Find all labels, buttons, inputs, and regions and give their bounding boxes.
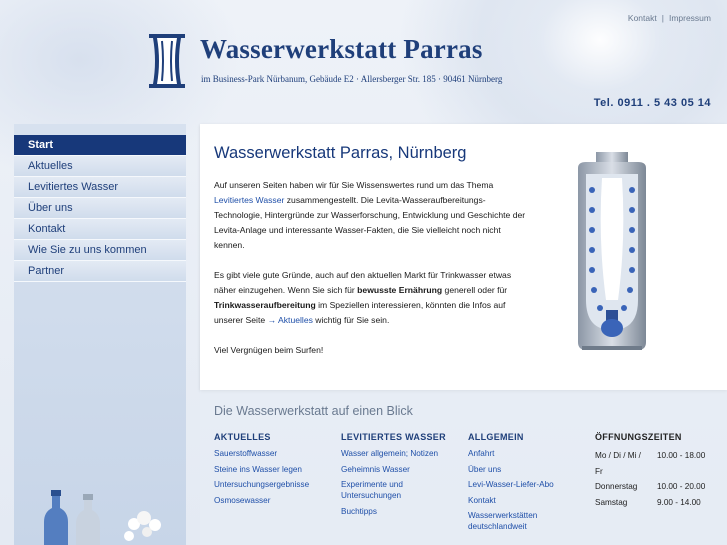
- glance-title: Die Wasserwerkstatt auf einen Blick: [214, 404, 413, 418]
- intro-paragraph-2: Es gibt viele gute Gründe, auch auf den …: [214, 268, 526, 328]
- nav-item-kontakt[interactable]: Kontakt: [14, 219, 186, 240]
- aktuelles-link[interactable]: → Aktuelles: [268, 315, 313, 325]
- column-heading-levitiertes-wasser: LEVITIERTES WASSER: [341, 432, 446, 442]
- link-geheimnis-wasser[interactable]: Geheimnis Wasser: [341, 464, 453, 475]
- nav-item-partner[interactable]: Partner: [14, 261, 186, 282]
- impressum-link[interactable]: Impressum: [669, 13, 711, 23]
- link-anfahrt[interactable]: Anfahrt: [468, 448, 580, 459]
- bewusste-ernaehrung-bold: bewusste Ernährung: [357, 285, 443, 295]
- column-heading-aktuelles: AKTUELLES: [214, 432, 271, 442]
- link-buchtipps[interactable]: Buchtipps: [341, 506, 453, 517]
- top-links-separator: |: [661, 13, 664, 23]
- opening-hours-row: Donnerstag 10.00 - 20.00: [595, 479, 715, 495]
- phone-number: Tel. 0911 . 5 43 05 14: [593, 97, 711, 109]
- opening-hours-row: Fr: [595, 464, 715, 480]
- intro-text-segment: generell oder für: [442, 285, 508, 295]
- link-experimente-und-untersuchungen[interactable]: Experimente und Untersuchungen: [341, 479, 453, 501]
- logo-icon[interactable]: [146, 32, 188, 90]
- page-title: Wasserwerkstatt Parras, Nürnberg: [214, 144, 467, 162]
- column-heading-allgemein: ALLGEMEIN: [468, 432, 524, 442]
- intro-text-segment: wichtig für Sie sein.: [312, 315, 390, 325]
- bottles-and-orchid-image: [44, 490, 161, 545]
- trinkwasseraufbereitung-bold: Trinkwasseraufbereitung: [214, 300, 316, 310]
- main-content-panel: Wasserwerkstatt Parras, Nürnberg Auf uns…: [200, 124, 727, 390]
- intro-text: Auf unseren Seiten haben wir für Sie Wis…: [214, 178, 526, 373]
- link-ueber-uns[interactable]: Über uns: [468, 464, 580, 475]
- hours-day: Donnerstag: [595, 482, 638, 491]
- opening-hours-row: Samstag 9.00 - 14.00: [595, 495, 715, 511]
- hours-time: 10.00 - 18.00: [657, 451, 706, 460]
- opening-hours-heading: ÖFFNUNGSZEITEN: [595, 432, 682, 442]
- address-line: im Business-Park Nürbanum, Gebäude E2 · …: [201, 74, 503, 84]
- link-osmosewasser[interactable]: Osmosewasser: [214, 495, 332, 506]
- opening-hours: ÖFFNUNGSZEITEN Mo / Di / Mi / 10.00 - 18.…: [595, 432, 715, 510]
- intro-text-segment: Auf unseren Seiten haben wir für Sie Wis…: [214, 180, 494, 190]
- link-levi-wasser-liefer-abo[interactable]: Levi-Wasser-Liefer-Abo: [468, 479, 580, 490]
- intro-paragraph-3: Viel Vergnügen beim Surfen!: [214, 345, 324, 355]
- link-steine-ins-wasser-legen[interactable]: Steine ins Wasser legen: [214, 464, 332, 475]
- opening-hours-row: Mo / Di / Mi / 10.00 - 18.00: [595, 448, 715, 464]
- column-aktuelles: AKTUELLES Sauerstoffwasser Steine ins Wa…: [214, 432, 332, 510]
- at-a-glance-section: Die Wasserwerkstatt auf einen Blick AKTU…: [200, 390, 727, 545]
- intro-paragraph-1: Auf unseren Seiten haben wir für Sie Wis…: [214, 178, 526, 253]
- link-kontakt[interactable]: Kontakt: [468, 495, 580, 506]
- column-levitiertes-wasser: LEVITIERTES WASSER Wasser allgemein; Not…: [341, 432, 453, 521]
- link-wasser-allgemein[interactable]: Wasser allgemein; Notizen: [341, 448, 453, 459]
- link-untersuchungsergebnisse[interactable]: Untersuchungsergebnisse: [214, 479, 332, 490]
- hours-time: 10.00 - 20.00: [657, 482, 706, 491]
- nav-item-aktuelles[interactable]: Aktuelles: [14, 156, 186, 177]
- column-allgemein: ALLGEMEIN Anfahrt Über uns Levi-Wasser-L…: [468, 432, 580, 537]
- hours-day: Samstag: [595, 497, 628, 507]
- nav-item-start[interactable]: Start: [14, 135, 186, 156]
- levitiertes-wasser-link[interactable]: Levitiertes Wasser: [214, 195, 284, 205]
- link-wasserwerkstaetten-deutschlandweit[interactable]: Wasserwerkstätten deutschlandweit: [468, 510, 580, 532]
- nav-item-ueber-uns[interactable]: Über uns: [14, 198, 186, 219]
- hours-day: Fr: [595, 466, 603, 476]
- top-links: Kontakt | Impressum: [628, 13, 711, 23]
- nav-item-wie-sie-zu-uns-kommen[interactable]: Wie Sie zu uns kommen: [14, 240, 186, 261]
- hours-day: Mo / Di / Mi /: [595, 451, 641, 460]
- link-sauerstoffwasser[interactable]: Sauerstoffwasser: [214, 448, 332, 459]
- nav-item-levitiertes-wasser[interactable]: Levitiertes Wasser: [14, 177, 186, 198]
- hours-time: 9.00 - 14.00: [657, 497, 701, 507]
- levita-device-image: [578, 152, 646, 350]
- brand-name[interactable]: Wasserwerkstatt Parras: [200, 34, 483, 65]
- kontakt-link[interactable]: Kontakt: [628, 13, 657, 23]
